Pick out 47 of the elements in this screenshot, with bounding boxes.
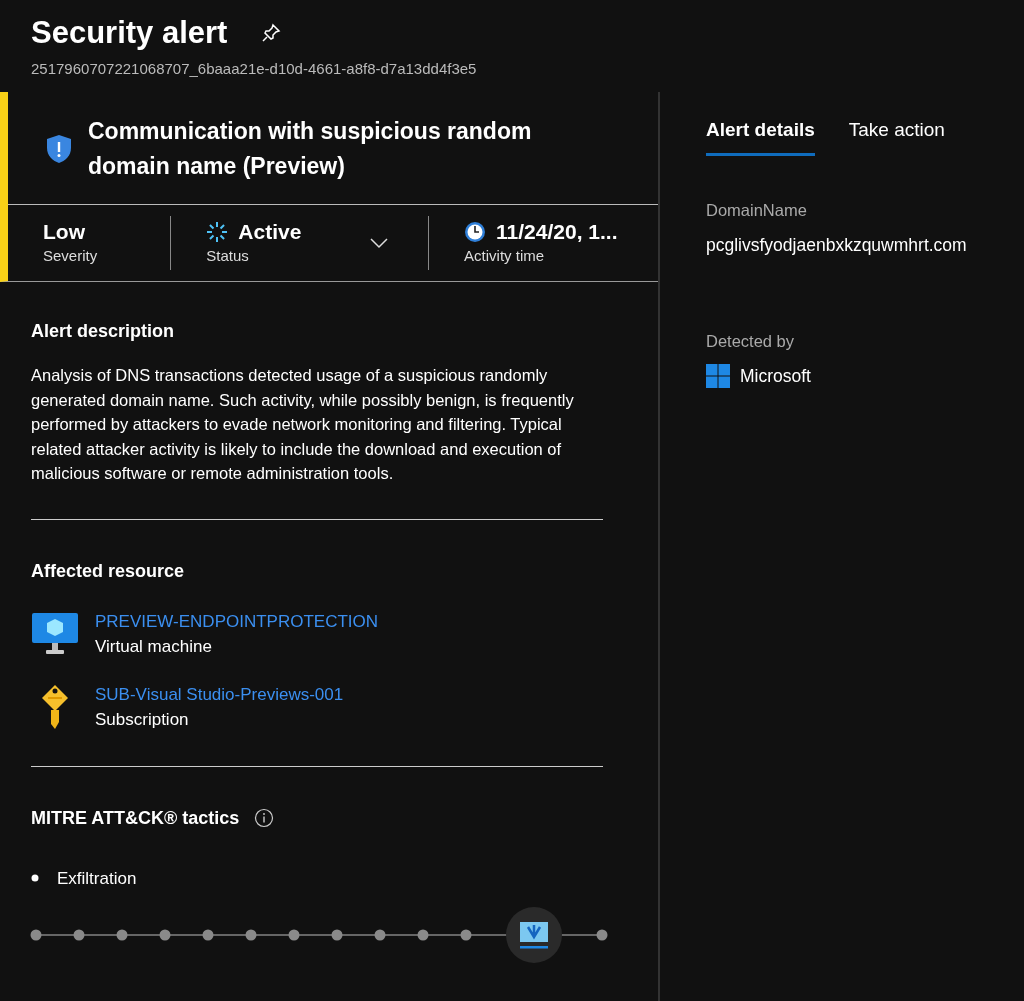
clock-icon: [464, 220, 487, 243]
resource-type: Subscription: [95, 709, 190, 731]
description-text: Analysis of DNS transactions detected usage of a suspicious randomly generated domain name. Such activity, while possibly benign, is frequently performed by attackers to evade network monitoring and filtering. Typical related attacker activity is likely to include the download and execution of malicious software or remote administration tools.: [31, 365, 575, 484]
resource-type: Virtual machine: [95, 636, 213, 658]
section-heading: Alert description: [31, 320, 176, 343]
timeline-dot[interactable]: [73, 929, 85, 941]
key-icon: [40, 684, 70, 730]
chevron-icon[interactable]: [370, 237, 389, 249]
stat-label: Activity time: [464, 245, 546, 266]
detail-value: Microsoft: [740, 365, 811, 389]
stat-value: 11/24/20, 1...: [496, 218, 618, 245]
timeline-dot[interactable]: [596, 929, 608, 941]
timeline-dot[interactable]: [460, 929, 472, 941]
exfiltration-stage-icon[interactable]: [506, 907, 562, 963]
tab[interactable]: Take action: [848, 116, 945, 156]
monitor-icon: [32, 613, 78, 655]
info-icon[interactable]: [254, 808, 275, 828]
detail-label: DomainName: [706, 199, 808, 221]
alert-title: Communication with suspicious random domain name (Preview): [88, 118, 532, 179]
page-title: Security alert: [31, 14, 228, 52]
timeline-dot[interactable]: [202, 929, 214, 941]
timeline-dot[interactable]: [159, 929, 171, 941]
timeline-dot[interactable]: [30, 929, 42, 941]
timeline-dot[interactable]: [331, 929, 343, 941]
tab[interactable]: Alert details: [706, 116, 815, 156]
stat-value: Low: [43, 218, 85, 245]
pin-icon[interactable]: [261, 23, 282, 43]
timeline-dot[interactable]: [245, 929, 257, 941]
timeline-dot[interactable]: [374, 929, 386, 941]
detail-label: Detected by: [706, 330, 796, 352]
bullet-icon: [31, 874, 39, 883]
spinner-icon: [206, 220, 229, 243]
stat-value: Active: [238, 218, 302, 245]
resource-link[interactable]: PREVIEW-ENDPOINTPROTECTION: [95, 611, 379, 631]
stat-label: Status: [206, 245, 250, 266]
windows-logo-icon: [706, 364, 730, 389]
section-heading: MITRE ATT&CK® tactics: [31, 806, 240, 830]
resource-link[interactable]: SUB-Visual Studio-Previews-001: [95, 684, 344, 704]
detail-value: pcglivsfyodjaenbxkzquwmhrt.com: [706, 234, 967, 258]
timeline-dot[interactable]: [417, 929, 429, 941]
timeline-dot[interactable]: [288, 929, 300, 941]
stat-label: Severity: [43, 245, 98, 266]
timeline-dot[interactable]: [116, 929, 128, 941]
section-heading: Affected resource: [31, 559, 186, 583]
alert-id: 2517960707221068707_6baaa21e-d10d-4661-a8f8-d7a13dd4f3e5: [31, 59, 478, 79]
shield-icon: [46, 134, 72, 164]
tactic-name: Exfiltration: [57, 867, 137, 890]
